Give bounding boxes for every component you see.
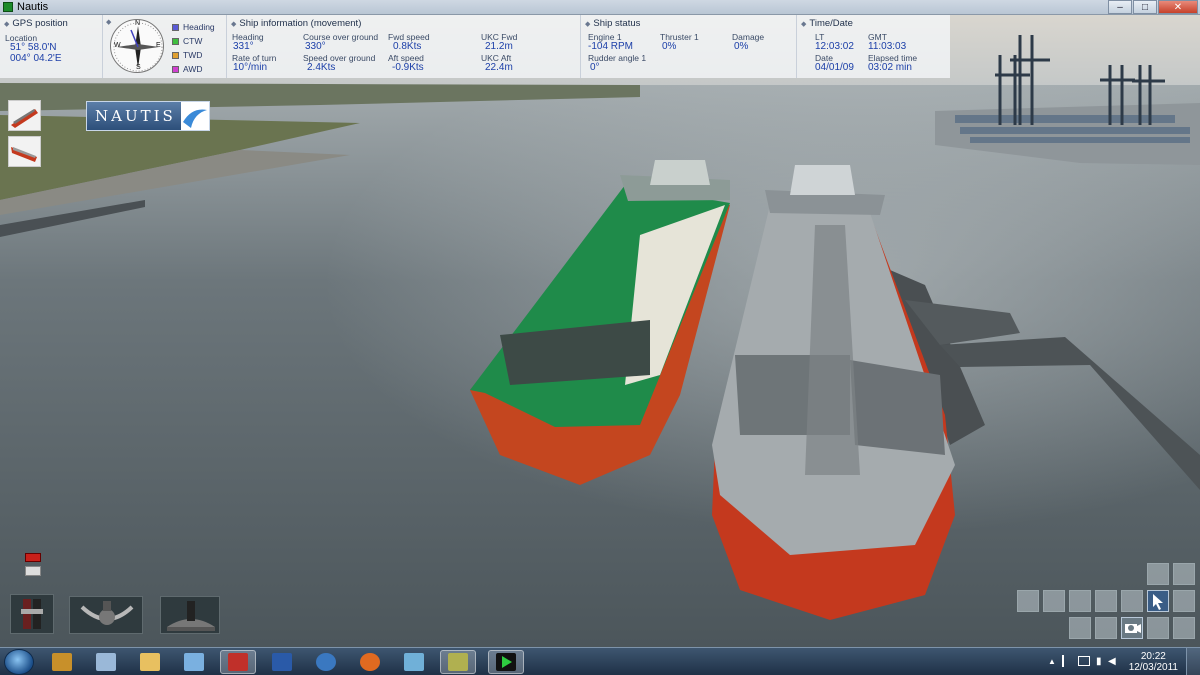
logo-text: NAUTIS [95, 107, 176, 125]
ship-info-section: ◆ Ship information (movement) Heading 331… [226, 15, 580, 78]
camera-tool-icon[interactable] [1121, 617, 1143, 639]
ship-status-title: Ship status [593, 18, 641, 29]
start-button[interactable] [4, 649, 34, 675]
maximize-button[interactable]: □ [1133, 0, 1157, 14]
gmt-value: 11:03:03 [868, 41, 907, 52]
window-controls: – □ ✕ [1107, 0, 1198, 14]
engine-value: -104 RPM [588, 41, 634, 52]
undo-tool-icon[interactable] [1147, 563, 1169, 585]
window-titlebar: Nautis – □ ✕ [0, 0, 1200, 15]
flag-icon[interactable] [1062, 655, 1072, 667]
tray-expand-icon[interactable]: ▲ [1048, 657, 1056, 666]
clock[interactable]: 20:22 12/03/2011 [1129, 651, 1178, 673]
rudder-value: 0° [590, 62, 600, 73]
taskbar-app-paint[interactable] [176, 650, 212, 674]
compass-south: S [136, 64, 141, 71]
compass-north: N [135, 20, 141, 27]
window-title: Nautis [17, 1, 49, 13]
legend-swatch [172, 37, 179, 45]
tool-icon[interactable] [1121, 590, 1143, 612]
tool-icon[interactable] [1069, 617, 1091, 639]
tool-icon[interactable] [1043, 590, 1065, 612]
compass-rose-icon: N S E W [110, 19, 164, 73]
close-button[interactable]: ✕ [1158, 0, 1198, 14]
heading-value: 331° [233, 41, 254, 52]
longitude-value: 004° 04.2'E [10, 53, 62, 64]
network-signal-icon[interactable]: ▮ [1096, 656, 1102, 667]
tool-icon[interactable] [1017, 590, 1039, 612]
ship-thumbnail-2[interactable] [8, 136, 41, 167]
clock-date: 12/03/2011 [1128, 662, 1178, 673]
collapse-caret-icon[interactable]: ◆ [231, 20, 236, 28]
hud-panel: ◆ GPS position Location 51° 58.0'N 004° 0… [0, 15, 950, 78]
damage-value: 0% [734, 41, 749, 52]
gps-section: ◆ GPS position Location 51° 58.0'N 004° 0… [0, 15, 102, 78]
steering-wheel-control[interactable] [69, 596, 143, 634]
minimize-button[interactable]: – [1108, 0, 1132, 14]
taskbar-app-word[interactable] [264, 650, 300, 674]
select-tool-icon[interactable] [1147, 590, 1169, 612]
show-desktop-button[interactable] [1186, 648, 1200, 675]
ukc-fwd-value: 21.2m [485, 41, 513, 52]
legend-swatch [172, 65, 179, 73]
aft-speed-value: -0.9Kts [392, 62, 424, 73]
tool-icon[interactable] [1095, 617, 1117, 639]
taskbar-app-editor[interactable] [396, 650, 432, 674]
taskbar-app-fire-brigade[interactable] [44, 650, 80, 674]
fwd-speed-value: 0.8Kts [393, 41, 422, 52]
tool-icon[interactable] [1173, 617, 1195, 639]
gps-title: GPS position [12, 18, 68, 29]
clock-time: 20:22 [1140, 651, 1166, 662]
collapse-caret-icon[interactable]: ◆ [4, 20, 9, 28]
system-tray: ▲ ▮ ◀ 20:22 12/03/2011 [1040, 648, 1200, 675]
taskbar-app-thunderbird[interactable] [308, 650, 344, 674]
elapsed-value: 03:02 min [868, 62, 912, 73]
engine-telegraph-control[interactable] [10, 594, 54, 634]
thruster-value: 0% [662, 41, 677, 52]
legend-twd[interactable]: TWD [172, 50, 202, 60]
compass-east: E [156, 42, 161, 49]
legend-heading[interactable]: Heading [172, 22, 215, 32]
tool-icon[interactable] [1095, 590, 1117, 612]
taskbar-app-nautis-tool[interactable] [440, 650, 476, 674]
taskbar-app-firefox[interactable] [352, 650, 388, 674]
latitude-value: 51° 58.0'N [10, 42, 57, 53]
wave-logo-icon [181, 102, 209, 130]
legend-awd[interactable]: AWD [172, 64, 203, 74]
tool-icon[interactable] [1069, 590, 1091, 612]
volume-icon[interactable]: ◀ [1108, 656, 1116, 667]
taskbar-app-explorer[interactable] [132, 650, 168, 674]
ship-thumbnail-1[interactable] [8, 100, 41, 131]
time-title: Time/Date [809, 18, 853, 29]
taskbar-app-acrobat[interactable] [220, 650, 256, 674]
compass-west: W [114, 42, 121, 49]
legend-swatch [172, 51, 179, 59]
thruster-control[interactable] [160, 596, 220, 634]
app-icon [3, 2, 13, 12]
rate-of-turn-value: 10°/min [233, 62, 268, 73]
collapse-caret-icon[interactable]: ◆ [585, 20, 590, 28]
time-section: ◆ Time/Date LT 12:03:02 Date 04/01/09 GMT… [796, 15, 950, 78]
collapse-caret-icon[interactable]: ◆ [801, 20, 806, 28]
taskbar-app-notepad[interactable] [88, 650, 124, 674]
redo-tool-icon[interactable] [1173, 563, 1195, 585]
cog-value: 330° [305, 41, 326, 52]
date-value: 04/01/09 [815, 62, 854, 73]
tool-icon[interactable] [1147, 617, 1169, 639]
sog-value: 2.4Kts [307, 62, 336, 73]
ship-status-section: ◆ Ship status Engine 1 -104 RPM Rudder an… [580, 15, 796, 78]
monitor-icon[interactable] [1078, 656, 1090, 666]
nautis-logo: NAUTIS [86, 101, 210, 131]
lt-value: 12:03:02 [815, 41, 854, 52]
ship-info-title: Ship information (movement) [239, 18, 362, 29]
alarm-light-icon[interactable] [25, 553, 41, 579]
taskbar: ▲ ▮ ◀ 20:22 12/03/2011 [0, 647, 1200, 675]
legend-swatch [172, 23, 179, 31]
ukc-aft-value: 22.4m [485, 62, 513, 73]
tool-icon[interactable] [1173, 590, 1195, 612]
taskbar-app-nautis-play[interactable] [488, 650, 524, 674]
legend-ctw[interactable]: CTW [172, 36, 202, 46]
